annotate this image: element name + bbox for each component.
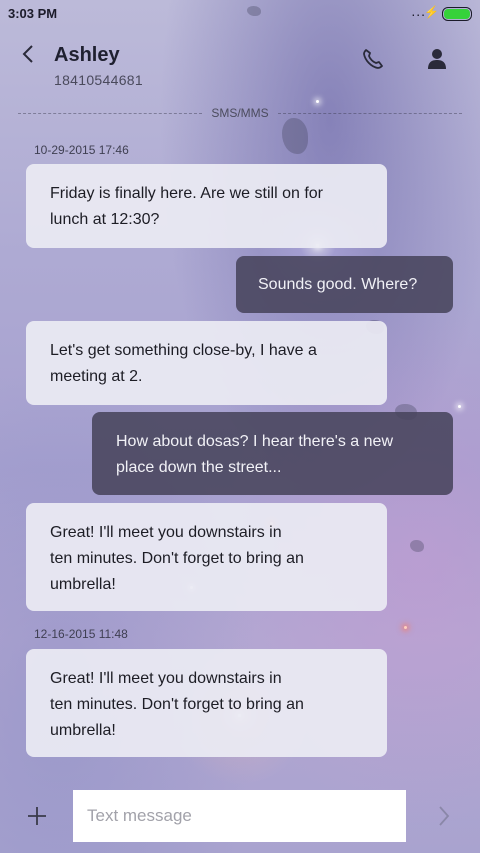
message-line: Great! I'll meet you downstairs in xyxy=(50,670,282,687)
message-line: How about dosas? I hear there's a new xyxy=(116,433,393,450)
message-line: ten minutes. Don't forget to bring an xyxy=(50,550,304,567)
message-line: umbrella! xyxy=(50,722,116,739)
back-chevron-icon[interactable] xyxy=(14,40,44,70)
contact-name: Ashley xyxy=(54,44,120,66)
message-line: Friday is finally here. Are we still on … xyxy=(50,185,323,202)
wallpaper-asteroid xyxy=(282,118,308,154)
wallpaper-asteroid xyxy=(410,540,424,552)
message-timestamp: 10-29-2015 17:46 xyxy=(34,143,129,157)
battery-icon xyxy=(442,7,472,21)
charging-icon: ⚡ xyxy=(424,5,439,19)
wallpaper-star xyxy=(316,100,319,103)
incoming-message-bubble[interactable]: Great! I'll meet you downstairs in ten m… xyxy=(26,503,387,611)
message-line: Let's get something close-by, I have a xyxy=(50,342,317,359)
outgoing-message-bubble[interactable]: How about dosas? I hear there's a new pl… xyxy=(92,412,453,495)
message-line: meeting at 2. xyxy=(50,368,143,385)
message-line: ten minutes. Don't forget to bring an xyxy=(50,696,304,713)
status-time: 3:03 PM xyxy=(8,6,58,21)
message-composer xyxy=(0,778,480,853)
incoming-message-bubble[interactable]: Friday is finally here. Are we still on … xyxy=(26,164,387,248)
battery-level-fill xyxy=(444,9,470,19)
incoming-message-bubble[interactable]: Let's get something close-by, I have a m… xyxy=(26,321,387,405)
channel-divider: SMS/MMS xyxy=(0,105,480,121)
conversation-header: Ashley 18410544681 xyxy=(0,36,480,96)
wallpaper-star xyxy=(458,405,461,408)
message-input[interactable] xyxy=(73,790,406,842)
message-line: place down the street... xyxy=(116,459,282,476)
plus-icon[interactable] xyxy=(24,803,50,829)
phone-icon[interactable] xyxy=(360,46,386,72)
message-line: umbrella! xyxy=(50,576,116,593)
message-line: Great! I'll meet you downstairs in xyxy=(50,524,282,541)
message-line: Sounds good. Where? xyxy=(258,276,418,293)
outgoing-message-bubble[interactable]: Sounds good. Where? xyxy=(236,256,453,313)
message-line: lunch at 12:30? xyxy=(50,211,160,228)
wallpaper-star xyxy=(404,626,407,629)
person-icon[interactable] xyxy=(424,46,450,72)
status-bar: 3:03 PM ... ⚡ xyxy=(0,0,480,28)
incoming-message-bubble[interactable]: Great! I'll meet you downstairs in ten m… xyxy=(26,649,387,757)
contact-number: 18410544681 xyxy=(54,72,143,88)
channel-label: SMS/MMS xyxy=(211,106,269,120)
send-chevron-icon[interactable] xyxy=(436,804,452,828)
message-timestamp: 12-16-2015 11:48 xyxy=(34,627,128,641)
